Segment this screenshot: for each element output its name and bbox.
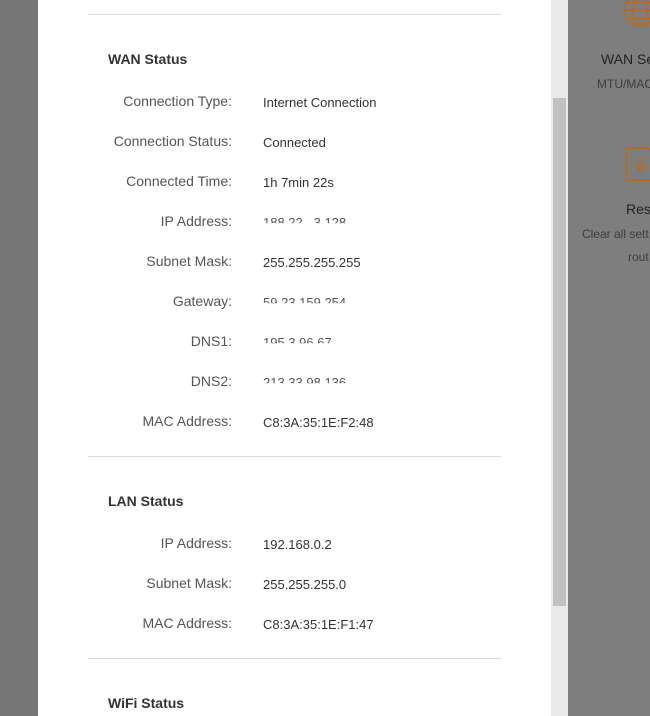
wan-status-title: WAN Status [108, 51, 188, 67]
wifi-status-title: WiFi Status [108, 695, 185, 711]
divider [88, 456, 501, 457]
wan-ip-address-label: IP Address: [160, 213, 232, 229]
wan-gateway-label: Gateway: [172, 293, 232, 309]
wan-subnet-mask-label: Subnet Mask: [146, 253, 232, 269]
lan-subnet-mask-value: 255.255.255.0 [263, 577, 347, 592]
wan-connection-status-value: Connected [263, 135, 326, 150]
lan-ip-address-label: IP Address: [160, 535, 232, 551]
divider [88, 14, 501, 15]
lan-status-title: LAN Status [108, 493, 184, 509]
bg-card-title-wan-settings: WAN Se [601, 51, 650, 67]
wan-dns2-label: DNS2: [190, 373, 232, 389]
lan-ip-address-value: 192.168.0.2 [263, 537, 332, 552]
modal-scrollbar-thumb[interactable] [553, 98, 566, 606]
background-page [568, 0, 650, 716]
lan-mac-address-label: MAC Address: [142, 615, 232, 631]
lan-subnet-mask-label: Subnet Mask: [146, 575, 232, 591]
bg-card-subtitle-wan-settings: MTU/MAC [597, 77, 650, 91]
divider [88, 658, 501, 659]
reset-icon [625, 147, 650, 181]
wan-connected-time-label: Connected Time: [126, 173, 232, 189]
wan-dns1-label: DNS1: [190, 333, 232, 349]
lan-mac-address-value: C8:3A:35:1E:F1:47 [263, 617, 374, 632]
bg-card-subtitle-reset-1: Clear all sett [582, 227, 649, 241]
globe-icon [623, 0, 650, 27]
bg-card-title-reset: Res [626, 201, 650, 217]
wan-connection-type-value: Internet Connection [263, 95, 377, 110]
wan-subnet-mask-value: 255.255.255.255 [263, 255, 361, 270]
wan-mac-address-value: C8:3A:35:1E:F2:48 [263, 415, 374, 430]
bg-card-subtitle-reset-2: rout [628, 250, 649, 264]
wan-connected-time-value: 1h 7min 22s [263, 175, 334, 190]
wan-mac-address-label: MAC Address: [142, 413, 232, 429]
wan-connection-status-label: Connection Status: [113, 133, 232, 149]
wan-connection-type-label: Connection Type: [123, 93, 232, 109]
